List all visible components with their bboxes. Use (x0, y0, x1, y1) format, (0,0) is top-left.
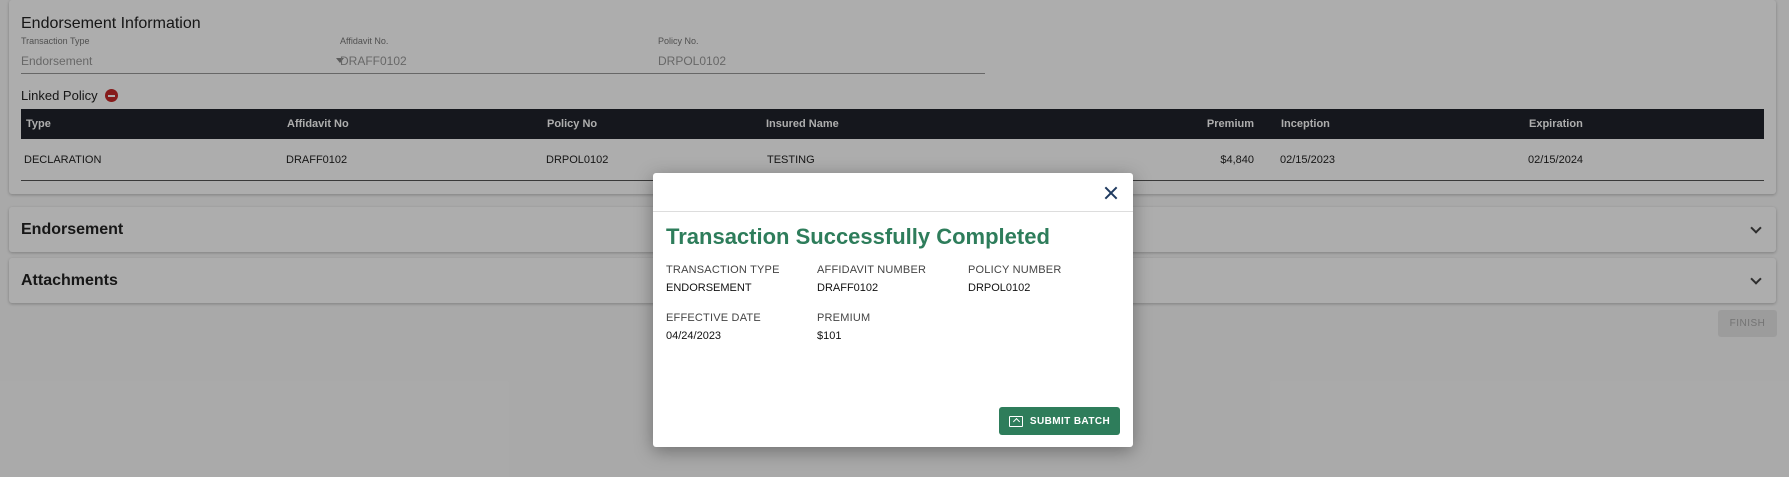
folder-upload-icon (1008, 415, 1023, 427)
close-icon[interactable] (1103, 185, 1119, 201)
dialog-header (653, 173, 1133, 212)
effective-date-value: 04/24/2023 (666, 330, 722, 342)
transaction-type-label: TRANSACTION TYPE (666, 264, 780, 276)
affidavit-number-info: AFFIDAVIT NUMBER DRAFF0102 (817, 264, 967, 294)
success-dialog: Transaction Successfully Completed TRANS… (653, 173, 1133, 447)
submit-batch-label: SUBMIT BATCH (1029, 415, 1111, 427)
premium-value: $101 (817, 330, 842, 342)
policy-number-label: POLICY NUMBER (968, 264, 1062, 276)
effective-date-label: EFFECTIVE DATE (666, 312, 761, 324)
affidavit-number-value: DRAFF0102 (817, 282, 879, 294)
submit-batch-button[interactable]: SUBMIT BATCH (999, 407, 1120, 435)
effective-date-info: EFFECTIVE DATE 04/24/2023 (666, 312, 816, 342)
premium-label: PREMIUM (817, 312, 871, 324)
affidavit-number-label: AFFIDAVIT NUMBER (817, 264, 927, 276)
premium-info: PREMIUM $101 (817, 312, 967, 342)
transaction-type-value: ENDORSEMENT (666, 282, 752, 294)
dialog-title: Transaction Successfully Completed (666, 224, 1050, 249)
policy-number-info: POLICY NUMBER DRPOL0102 (968, 264, 1118, 294)
policy-number-value: DRPOL0102 (968, 282, 1031, 294)
transaction-type-info: TRANSACTION TYPE ENDORSEMENT (666, 264, 816, 294)
